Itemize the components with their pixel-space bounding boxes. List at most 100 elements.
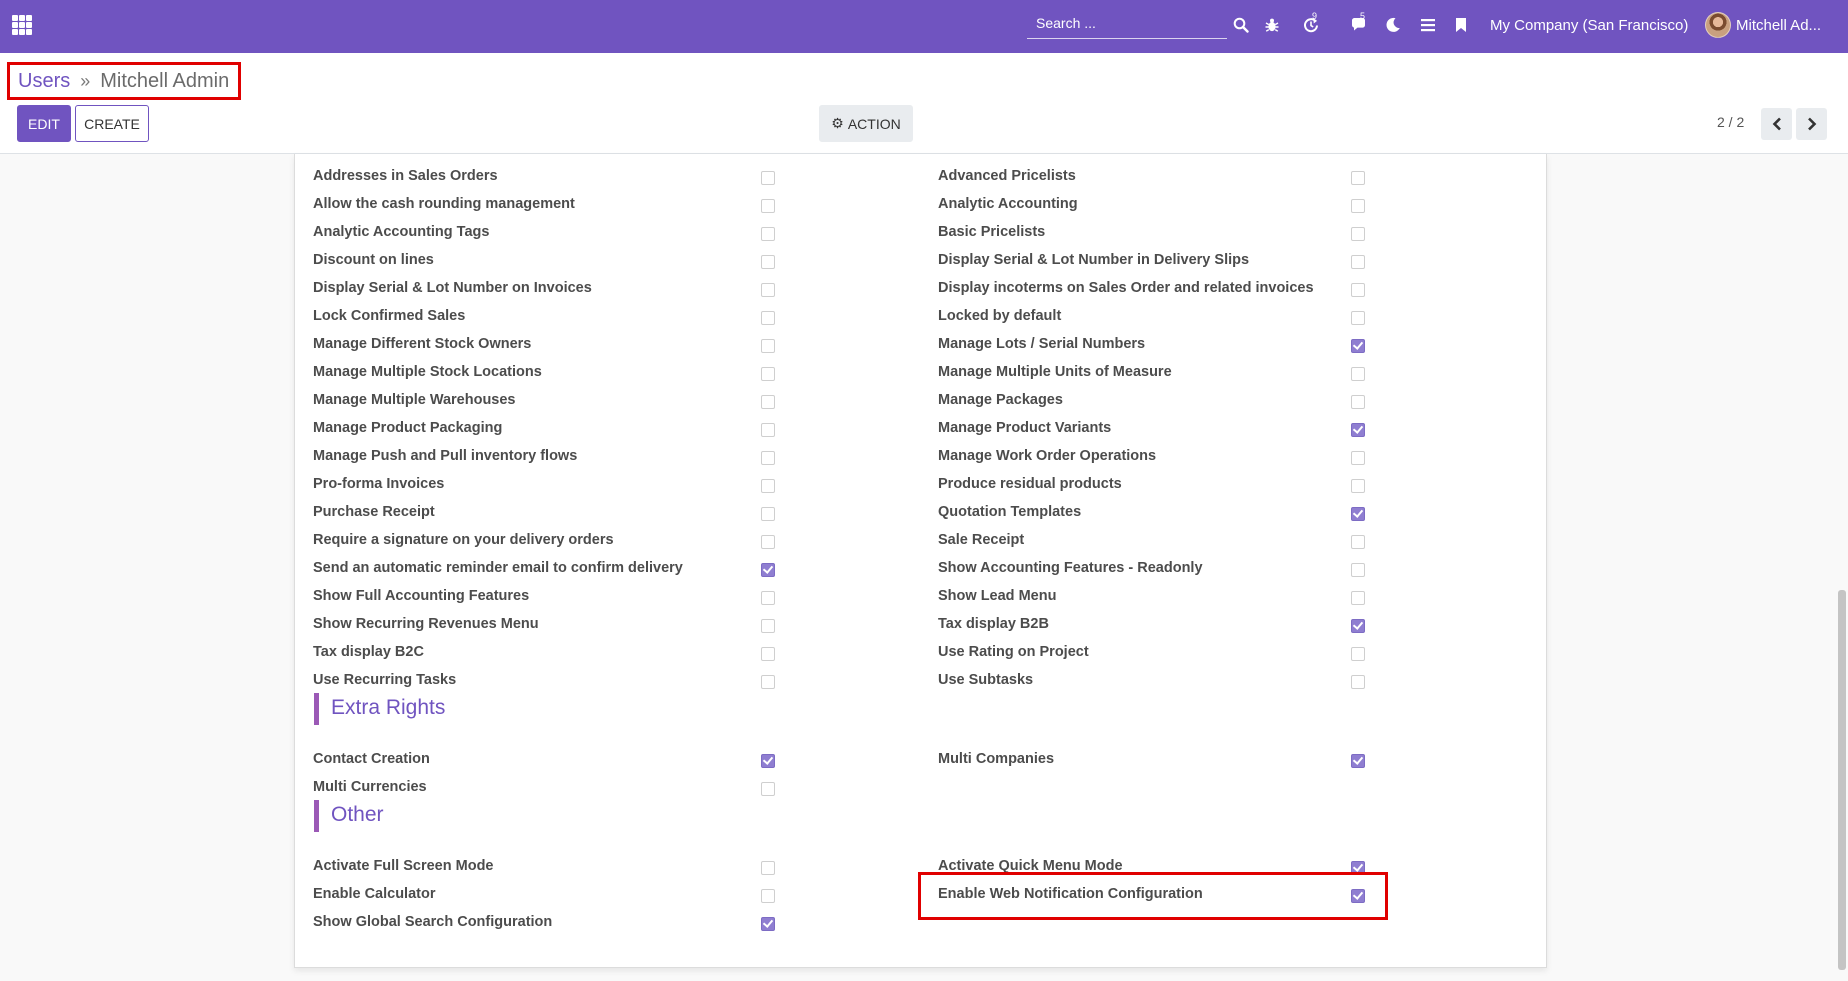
breadcrumb-users-link[interactable]: Users [18, 70, 70, 93]
setting-row: Show Lead Menu [295, 588, 1535, 610]
setting-label: Enable Web Notification Configuration [938, 886, 1203, 902]
setting-label: Manage Packages [938, 392, 1063, 408]
setting-checkbox[interactable] [1351, 255, 1365, 269]
setting-row: Manage Packages [295, 392, 1535, 414]
setting-row: Use Rating on Project [295, 644, 1535, 666]
setting-checkbox[interactable] [1351, 647, 1365, 661]
setting-label: Manage Work Order Operations [938, 448, 1157, 464]
setting-label: Tax display B2B [938, 616, 1049, 632]
activity-icon[interactable]: 9 [1298, 11, 1324, 36]
company-switcher[interactable]: My Company (San Francisco) [1490, 17, 1688, 34]
setting-row: Enable Web Notification Configuration [295, 886, 1535, 908]
bug-icon[interactable] [1264, 14, 1280, 36]
setting-label: Activate Quick Menu Mode [938, 858, 1123, 874]
apps-menu-icon[interactable] [12, 15, 32, 35]
setting-checkbox[interactable] [761, 917, 775, 931]
setting-row: Activate Quick Menu Mode [295, 858, 1535, 880]
messages-icon[interactable]: 5 [1346, 11, 1372, 36]
search-icon[interactable] [1233, 14, 1249, 36]
setting-checkbox[interactable] [1351, 675, 1365, 689]
setting-label: Show Global Search Configuration [313, 914, 553, 930]
breadcrumb-current: Mitchell Admin [100, 69, 230, 92]
setting-label: Multi Companies [938, 751, 1055, 767]
avatar[interactable] [1705, 12, 1731, 38]
menu-list-icon[interactable] [1420, 14, 1436, 36]
setting-row: Use Subtasks [295, 672, 1535, 694]
setting-row: Advanced Pricelists [295, 168, 1535, 190]
control-panel [0, 53, 1848, 154]
setting-row: Multi Currencies [295, 779, 1535, 801]
setting-checkbox[interactable] [1351, 889, 1365, 903]
setting-checkbox[interactable] [1351, 339, 1365, 353]
setting-label: Multi Currencies [313, 779, 427, 795]
setting-checkbox[interactable] [1351, 451, 1365, 465]
chevron-left-icon [1772, 117, 1781, 131]
top-navbar: 9 5 My Company (San Francisco) Mitchell … [0, 0, 1848, 53]
setting-label: Use Rating on Project [938, 644, 1089, 660]
setting-checkbox[interactable] [1351, 619, 1365, 633]
action-button[interactable]: ⚙ ACTION [819, 105, 913, 142]
setting-checkbox[interactable] [1351, 507, 1365, 521]
setting-label: Manage Product Variants [938, 420, 1112, 436]
setting-label: Quotation Templates [938, 504, 1082, 520]
setting-row: Display Serial & Lot Number in Delivery … [295, 252, 1535, 274]
setting-label: Produce residual products [938, 476, 1122, 492]
setting-checkbox[interactable] [1351, 311, 1365, 325]
pager-previous-button[interactable] [1761, 108, 1792, 140]
setting-row: Tax display B2B [295, 616, 1535, 638]
setting-checkbox[interactable] [1351, 395, 1365, 409]
setting-checkbox[interactable] [1351, 535, 1365, 549]
breadcrumb-separator-icon: » [80, 70, 91, 91]
setting-row: Basic Pricelists [295, 224, 1535, 246]
setting-row: Manage Work Order Operations [295, 448, 1535, 470]
setting-checkbox[interactable] [1351, 367, 1365, 381]
setting-checkbox[interactable] [1351, 227, 1365, 241]
setting-label: Analytic Accounting [938, 196, 1078, 212]
setting-row: Manage Lots / Serial Numbers [295, 336, 1535, 358]
setting-label: Manage Lots / Serial Numbers [938, 336, 1146, 352]
action-label: ACTION [847, 115, 901, 132]
setting-label: Advanced Pricelists [938, 168, 1076, 184]
setting-row: Manage Product Variants [295, 420, 1535, 442]
pager-next-button[interactable] [1796, 108, 1827, 140]
breadcrumb: Users » Mitchell Admin [7, 62, 241, 100]
setting-label: Sale Receipt [938, 532, 1025, 548]
setting-checkbox[interactable] [1351, 861, 1365, 875]
setting-checkbox[interactable] [761, 782, 775, 796]
bookmark-icon[interactable] [1455, 14, 1467, 36]
setting-label: Show Accounting Features - Readonly [938, 560, 1203, 576]
setting-row: Show Global Search Configuration [295, 914, 1535, 936]
setting-row: Display incoterms on Sales Order and rel… [295, 280, 1535, 302]
setting-row: Quotation Templates [295, 504, 1535, 526]
user-menu[interactable]: Mitchell Ad... [1736, 17, 1821, 34]
create-button[interactable]: CREATE [75, 105, 149, 142]
setting-label: Basic Pricelists [938, 224, 1046, 240]
setting-checkbox[interactable] [1351, 199, 1365, 213]
search-input[interactable] [1027, 8, 1227, 38]
page-scrollbar[interactable] [1838, 590, 1846, 970]
setting-checkbox[interactable] [1351, 479, 1365, 493]
setting-checkbox[interactable] [1351, 283, 1365, 297]
setting-row: Sale Receipt [295, 532, 1535, 554]
gear-icon: ⚙ [831, 115, 844, 131]
setting-checkbox[interactable] [1351, 591, 1365, 605]
pager-value: 2 / 2 [1717, 114, 1745, 130]
dark-mode-moon-icon[interactable] [1385, 14, 1401, 36]
chevron-right-icon [1807, 117, 1816, 131]
setting-checkbox[interactable] [1351, 754, 1365, 768]
setting-checkbox[interactable] [1351, 423, 1365, 437]
section-title-extra-rights: Extra Rights [314, 693, 445, 725]
setting-row: Manage Multiple Units of Measure [295, 364, 1535, 386]
setting-row: Produce residual products [295, 476, 1535, 498]
search-box[interactable] [1027, 8, 1227, 39]
setting-row: Show Accounting Features - Readonly [295, 560, 1535, 582]
edit-button[interactable]: EDIT [17, 105, 71, 142]
form-sheet: Addresses in Sales Orders Allow the cash … [294, 154, 1547, 968]
setting-label: Locked by default [938, 308, 1062, 324]
setting-row: Analytic Accounting [295, 196, 1535, 218]
setting-row: Multi Companies [295, 751, 1535, 773]
setting-checkbox[interactable] [1351, 563, 1365, 577]
setting-label: Manage Multiple Units of Measure [938, 364, 1172, 380]
setting-checkbox[interactable] [1351, 171, 1365, 185]
setting-row: Locked by default [295, 308, 1535, 330]
